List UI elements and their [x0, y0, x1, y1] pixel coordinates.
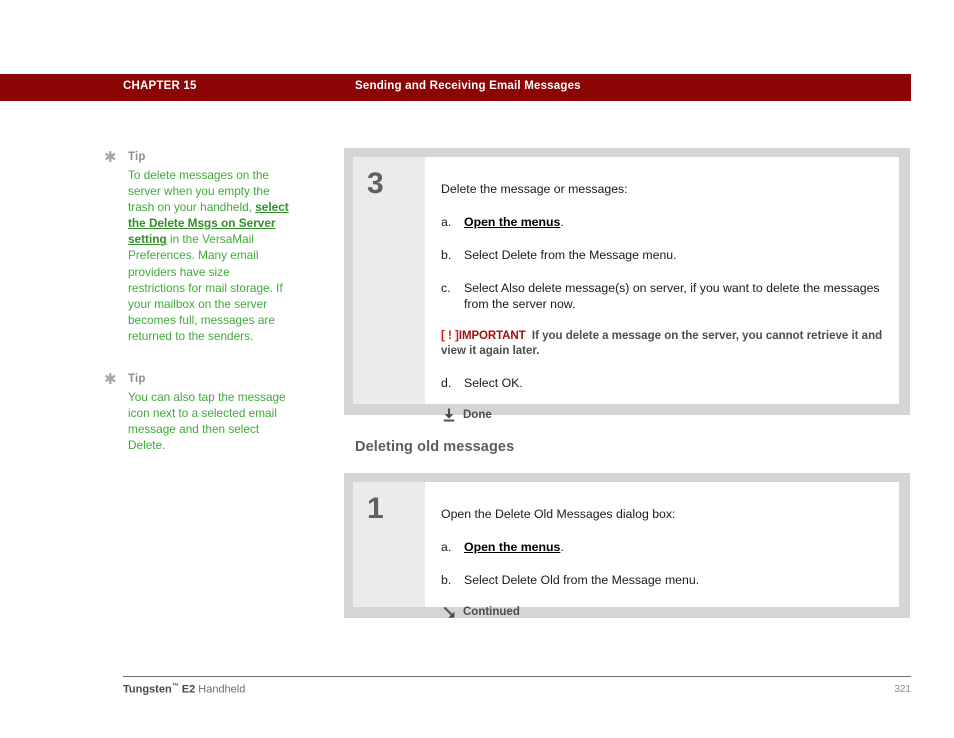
footer-divider [123, 676, 911, 677]
substep-d: d. Select OK. [441, 375, 885, 391]
tip-text-before: To delete messages on the server when yo… [128, 168, 270, 215]
step-content: Open the Delete Old Messages dialog box:… [441, 482, 885, 618]
tip-block: ✱ Tip You can also tap the message icon … [104, 372, 289, 453]
substep-text: Select OK. [464, 376, 523, 390]
section-heading: Deleting old messages [355, 439, 515, 455]
footer-product: Handheld [195, 683, 246, 696]
tip-heading: Tip [128, 151, 146, 163]
substep-marker: b. [441, 573, 452, 587]
substep-marker: d. [441, 376, 452, 390]
substep-b: b. Select Delete Old from the Message men… [441, 572, 885, 588]
diagonal-arrow-icon [441, 605, 457, 619]
step-number-column: 3 [353, 157, 425, 404]
asterisk-icon: ✱ [104, 149, 117, 166]
tip-block: ✱ Tip To delete messages on the server w… [104, 150, 289, 344]
tip-heading: Tip [128, 373, 146, 386]
substep-marker: a. [441, 215, 452, 229]
down-arrow-bar-icon [441, 408, 457, 422]
sidebar-tips: ✱ Tip To delete messages on the server w… [104, 150, 289, 481]
step-box-1: 1 Open the Delete Old Messages dialog bo… [344, 473, 910, 618]
substep-marker: c. [441, 281, 451, 295]
open-the-menus-link[interactable]: Open the menus [464, 540, 560, 554]
trademark-icon: ™ [171, 683, 179, 690]
chapter-label: CHAPTER 15 [123, 80, 197, 92]
important-bracket-icon: [ ! ] [441, 330, 459, 342]
important-label: IMPORTANT [458, 330, 526, 342]
step-content: Delete the message or messages: a. Open t… [441, 157, 885, 422]
step-box-inner: 1 Open the Delete Old Messages dialog bo… [353, 482, 899, 618]
tip-body: You can also tap the message icon next t… [128, 389, 289, 453]
step-lead-text: Delete the message or messages: [441, 182, 628, 196]
tip-text-before: You can also tap the message icon next t… [128, 390, 286, 453]
open-the-menus-link[interactable]: Open the menus [464, 215, 560, 229]
substep-a: a. Open the menus. [441, 539, 885, 555]
tip-body: To delete messages on the server when yo… [128, 167, 289, 344]
step-number: 1 [367, 492, 384, 525]
done-marker: Done [441, 408, 885, 422]
substep-c: c. Select Also delete message(s) on serve… [441, 280, 885, 312]
continued-label: Continued [463, 606, 520, 618]
substep-text-after: . [560, 540, 564, 554]
substep-marker: b. [441, 248, 452, 262]
step-box-inner: 3 Delete the message or messages: a. Open… [353, 157, 899, 422]
important-callout: [ ! ]IMPORTANT If you delete a message o… [441, 329, 885, 358]
footer-product-label: Tungsten™ E2 Handheld [123, 683, 245, 696]
substep-a: a. Open the menus. [441, 214, 885, 230]
step-number: 3 [367, 167, 384, 200]
substep-b: b. Select Delete from the Message menu. [441, 247, 885, 263]
footer-model: E2 [178, 683, 196, 696]
asterisk-icon: ✱ [104, 371, 117, 389]
substep-text: Select Also delete message(s) on server,… [464, 281, 880, 311]
substep-marker: a. [441, 540, 452, 554]
chapter-title: Sending and Receiving Email Messages [355, 80, 581, 92]
continued-marker: Continued [441, 605, 885, 619]
substep-text: Select Delete Old from the Message menu. [464, 573, 700, 587]
page-number: 321 [894, 684, 911, 695]
step-lead-text: Open the Delete Old Messages dialog box: [441, 507, 676, 521]
footer-brand: Tungsten [123, 683, 172, 696]
step-number-column: 1 [353, 482, 425, 607]
done-label: Done [463, 409, 492, 421]
substep-text-after: . [560, 215, 564, 229]
step-box-3: 3 Delete the message or messages: a. Open… [344, 148, 910, 422]
chapter-header-bar: CHAPTER 15 Sending and Receiving Email M… [0, 74, 911, 101]
tip-text-after: in the VersaMail Preferences. Many email… [128, 232, 283, 343]
substep-text: Select Delete from the Message menu. [464, 248, 677, 262]
